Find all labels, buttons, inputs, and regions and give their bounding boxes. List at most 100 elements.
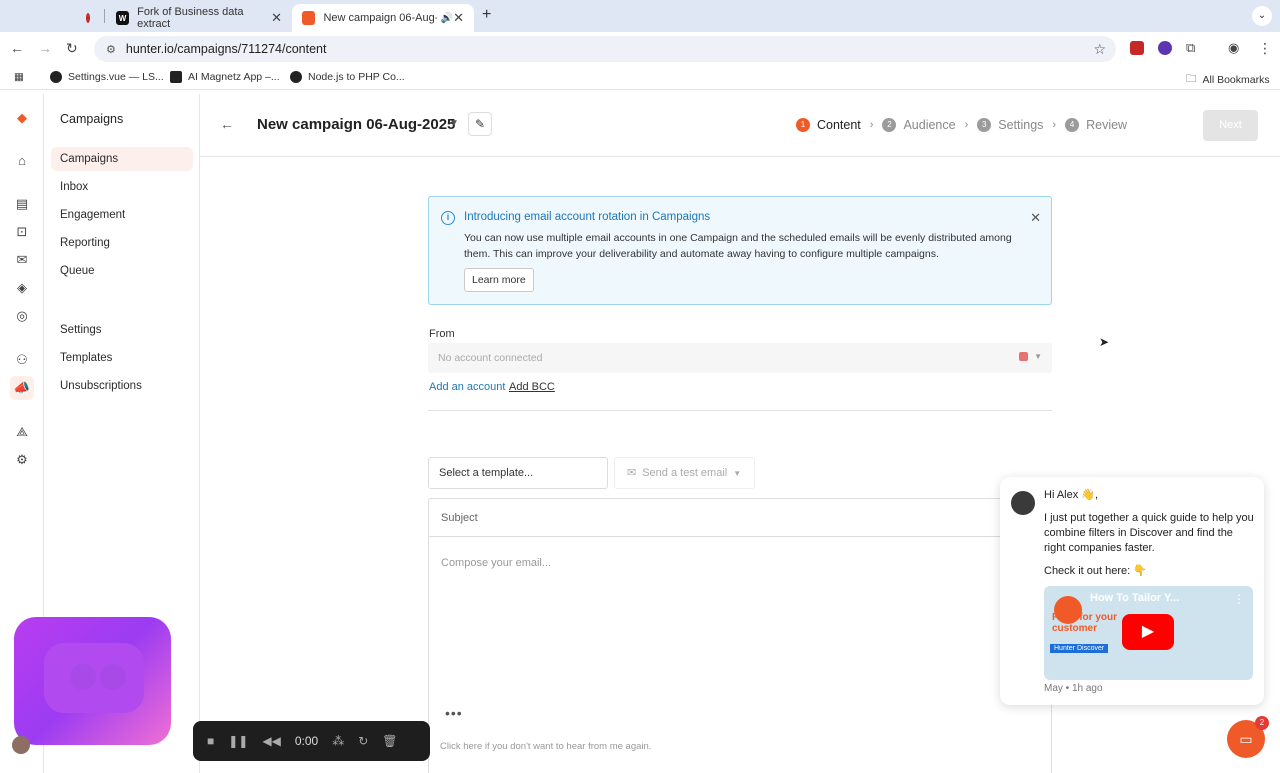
close-icon[interactable]: ✕: [1030, 210, 1041, 226]
send-test-email-button[interactable]: ✉ Send a test email ▼: [614, 457, 755, 489]
bookmark-item[interactable]: AI Magnetz App –...: [170, 71, 280, 83]
bookmark-favicon-icon: [290, 71, 302, 83]
from-select[interactable]: No account connected ▼: [428, 343, 1052, 373]
home-icon[interactable]: ⌂: [10, 148, 34, 172]
site-settings-icon[interactable]: ⚙: [106, 43, 116, 56]
campaign-header: ← New campaign 06-Aug-2025 ▼ ✎ 1 Content …: [200, 94, 1280, 157]
apps-grid-icon[interactable]: ▦: [14, 71, 24, 83]
more-options-icon[interactable]: •••: [445, 705, 463, 721]
sidebar-item-reporting[interactable]: Reporting: [51, 231, 193, 255]
sidebar-item-inbox[interactable]: Inbox: [51, 175, 193, 199]
close-tab-icon[interactable]: ✕: [453, 10, 464, 26]
sidebar-item-settings[interactable]: Settings: [51, 318, 193, 342]
extension-icon[interactable]: [1158, 41, 1172, 55]
github-icon: [50, 71, 62, 83]
bookmark-favicon-icon: [170, 71, 182, 83]
folder-icon: 🗀: [1186, 73, 1197, 85]
bookmark-star-icon[interactable]: ☆: [1093, 41, 1106, 58]
sidebar-item-templates[interactable]: Templates: [51, 346, 193, 370]
tab-new-campaign[interactable]: New campaign 06-Aug-2025 🔊 ✕: [292, 4, 474, 32]
tab-business-data[interactable]: W Fork of Business data extract ✕: [106, 4, 292, 32]
campaigns-megaphone-icon[interactable]: 📣: [10, 376, 34, 400]
email-finder-icon[interactable]: ✉: [10, 248, 34, 272]
back-arrow-icon[interactable]: ←: [10, 40, 24, 56]
integrations-icon[interactable]: ⟁: [10, 420, 34, 444]
verifier-icon[interactable]: ◎: [10, 304, 34, 328]
tab-title: New campaign 06-Aug-2025: [323, 12, 436, 24]
forward-arrow-icon[interactable]: →: [38, 40, 52, 56]
extensions-puzzle-icon[interactable]: ⧉: [1186, 40, 1195, 56]
step-audience[interactable]: 2 Audience: [882, 118, 956, 132]
envelope-icon: ✉: [627, 467, 637, 479]
recording-time: 0:00: [294, 734, 319, 748]
chat-popup: Hi Alex 👋, I just put together a quick g…: [1000, 477, 1264, 705]
email-editor: Subject Compose your email... ••• Click …: [428, 498, 1052, 773]
all-bookmarks[interactable]: 🗀 All Bookmarks: [1186, 71, 1270, 89]
chevron-down-icon[interactable]: ▼: [449, 118, 459, 129]
pause-icon[interactable]: ❚❚: [228, 734, 248, 748]
tab-search-button[interactable]: ⌄: [1252, 6, 1272, 26]
video-overlay-text: Filter for your customer: [1052, 612, 1118, 634]
back-arrow-icon[interactable]: ←: [220, 116, 234, 132]
mouse-cursor-icon: ➤: [1099, 335, 1110, 349]
add-account-link[interactable]: Add an account: [429, 381, 505, 393]
template-select[interactable]: Select a template...: [428, 457, 608, 489]
url-text: hunter.io/campaigns/711274/content: [125, 42, 327, 56]
chat-meta: May • 1h ago: [1044, 683, 1103, 694]
chat-launcher-button[interactable]: ▭ 2: [1227, 716, 1269, 758]
recording-toolbar: ■ ❚❚ ◀◀ 0:00 ⁂ ↻ 🗑: [193, 721, 430, 761]
reload-icon[interactable]: ↻: [66, 40, 78, 57]
chevron-right-icon: ›: [964, 119, 969, 131]
video-thumbnail[interactable]: How To Tailor Y... Filter for your custo…: [1044, 586, 1253, 680]
learn-more-button[interactable]: Learn more: [464, 268, 534, 292]
menu-kebab-icon[interactable]: ⋮: [1258, 40, 1272, 57]
rewind-icon[interactable]: ◀◀: [262, 734, 280, 748]
notice-body: You can now use multiple email accounts …: [464, 232, 1012, 260]
restart-icon[interactable]: ↻: [358, 734, 368, 748]
discover-icon[interactable]: ▤: [10, 192, 34, 216]
grid-icon[interactable]: ⁂: [332, 734, 344, 748]
close-tab-icon[interactable]: ✕: [271, 10, 282, 26]
rotation-notice: i Introducing email account rotation in …: [428, 196, 1052, 305]
subject-input[interactable]: Subject: [429, 499, 1051, 537]
tab-favicon-icon: W: [116, 11, 130, 25]
sidebar-item-unsubscriptions[interactable]: Unsubscriptions: [51, 374, 193, 398]
trash-icon[interactable]: 🗑: [382, 734, 397, 748]
add-bcc-link[interactable]: Add BCC: [509, 381, 555, 393]
unsubscribe-text: Click here if you don't want to hear fro…: [440, 741, 652, 752]
record-tab[interactable]: [76, 4, 100, 32]
speaker-icon[interactable]: 🔊: [441, 13, 453, 24]
settings-gear-icon[interactable]: ⚙: [10, 448, 34, 472]
bookmark-item[interactable]: Node.js to PHP Co...: [290, 71, 405, 83]
domain-search-icon[interactable]: ⊡: [10, 220, 34, 244]
hunter-logo-icon[interactable]: ◆: [10, 106, 34, 130]
step-review[interactable]: 4 Review: [1065, 118, 1127, 132]
compose-area[interactable]: Compose your email...: [441, 557, 551, 569]
step-settings[interactable]: 3 Settings: [977, 118, 1043, 132]
browser-toolbar: ← → ↻ ⚙ hunter.io/campaigns/711274/conte…: [0, 32, 1280, 66]
hunter-favicon-icon: [302, 11, 316, 25]
sidebar-item-engagement[interactable]: Engagement: [51, 203, 193, 227]
new-tab-button[interactable]: +: [482, 6, 491, 24]
notification-badge: 2: [1255, 716, 1269, 730]
sidebar-item-campaigns[interactable]: Campaigns: [51, 147, 193, 171]
avatar[interactable]: [12, 736, 30, 754]
chat-greeting: Hi Alex 👋,: [1044, 489, 1099, 501]
profile-icon[interactable]: ◉: [1228, 40, 1239, 56]
notice-title: Introducing email account rotation in Ca…: [464, 211, 711, 223]
sidebar-title: Campaigns: [60, 112, 124, 126]
step-content[interactable]: 1 Content: [796, 118, 861, 132]
video-menu-icon[interactable]: ⋮: [1233, 592, 1245, 606]
play-icon[interactable]: ▶: [1122, 614, 1174, 650]
leads-icon[interactable]: ⚇: [10, 348, 34, 372]
edit-pencil-icon[interactable]: ✎: [468, 112, 492, 136]
extension-icon[interactable]: [1130, 41, 1144, 55]
next-button[interactable]: Next: [1203, 110, 1258, 141]
sidebar-item-queue[interactable]: Queue: [51, 259, 193, 283]
stop-icon[interactable]: ■: [207, 734, 214, 748]
address-bar[interactable]: ⚙ hunter.io/campaigns/711274/content ☆: [94, 36, 1116, 62]
layers-icon[interactable]: ◈: [10, 276, 34, 300]
campaign-title[interactable]: New campaign 06-Aug-2025: [257, 116, 455, 133]
bookmark-item[interactable]: Settings.vue — LS...: [50, 71, 164, 83]
tab-title: Fork of Business data extract: [137, 6, 244, 30]
